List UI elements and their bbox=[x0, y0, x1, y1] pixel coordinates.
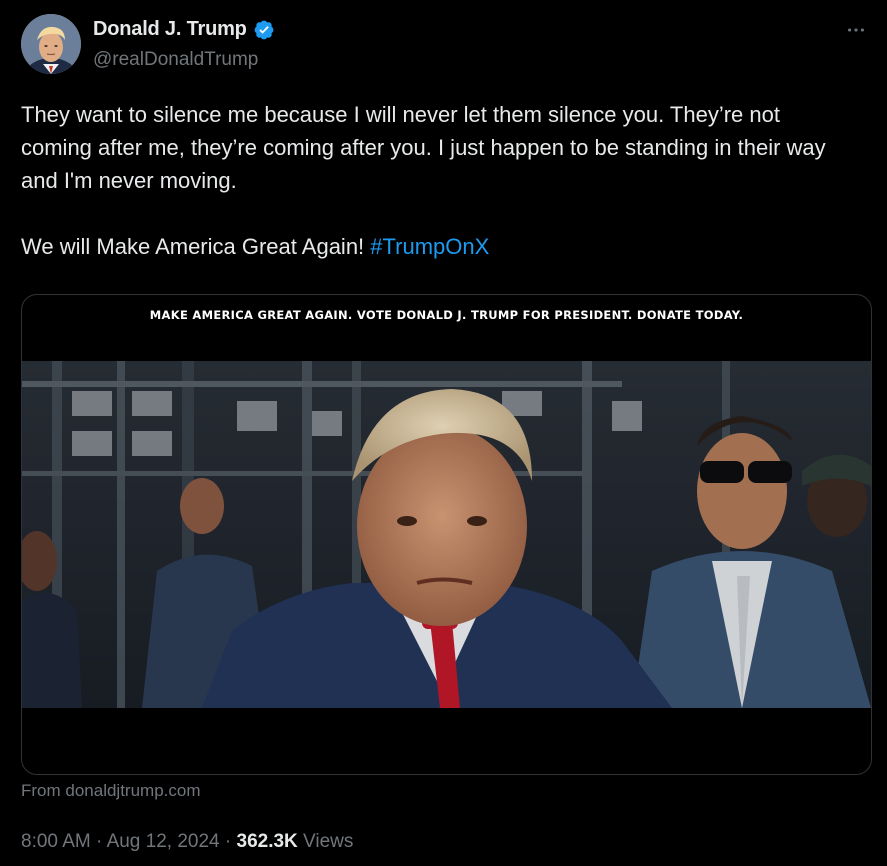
author-display-name[interactable]: Donald J. Trump bbox=[93, 18, 247, 41]
views-label: Views bbox=[297, 831, 354, 852]
tweet-closing-text: We will Make America Great Again! bbox=[21, 234, 371, 259]
tweet-date[interactable]: Aug 12, 2024 bbox=[107, 831, 220, 852]
avatar-image bbox=[21, 14, 81, 74]
tweet-card: Donald J. Trump @realDonaldTrump They wa… bbox=[0, 0, 887, 866]
tweet-closing-paragraph: We will Make America Great Again! #Trump… bbox=[21, 230, 851, 263]
tweet-time[interactable]: 8:00 AM bbox=[21, 831, 91, 852]
media-banner: MAKE AMERICA GREAT AGAIN. VOTE DONALD J.… bbox=[22, 295, 871, 335]
video-frame[interactable] bbox=[22, 361, 871, 708]
tweet-paragraph: They want to silence me because I will n… bbox=[21, 102, 826, 193]
views-count: 362.3K bbox=[236, 831, 298, 852]
tweet-meta: 8:00 AM · Aug 12, 2024 · 362.3K Views bbox=[21, 831, 353, 853]
author-handle[interactable]: @realDonaldTrump bbox=[93, 49, 258, 71]
video-still-image bbox=[22, 361, 871, 708]
avatar[interactable] bbox=[21, 14, 81, 74]
media-banner-text: MAKE AMERICA GREAT AGAIN. VOTE DONALD J.… bbox=[149, 308, 744, 322]
meta-separator: · bbox=[219, 831, 237, 852]
meta-separator: · bbox=[90, 831, 107, 852]
more-horizontal-icon bbox=[848, 28, 864, 32]
tweet-text: They want to silence me because I will n… bbox=[21, 98, 851, 263]
more-options-button[interactable] bbox=[843, 20, 869, 40]
media-card[interactable]: MAKE AMERICA GREAT AGAIN. VOTE DONALD J.… bbox=[21, 294, 872, 775]
verified-badge-icon[interactable] bbox=[253, 19, 275, 41]
source-link[interactable]: From donaldjtrump.com bbox=[21, 781, 201, 801]
author-name-row: Donald J. Trump bbox=[93, 18, 275, 41]
hashtag-link[interactable]: #TrumpOnX bbox=[370, 234, 489, 259]
